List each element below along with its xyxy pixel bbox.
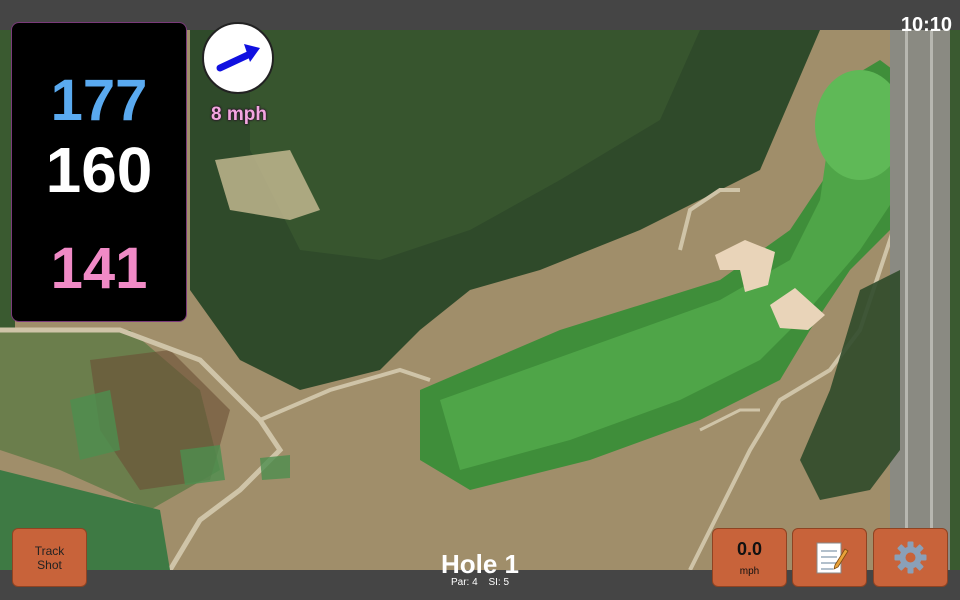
middle-yardage: 160 <box>45 134 153 206</box>
wind-arrow-icon <box>216 44 260 72</box>
yardage-panel: 177 160 141 <box>11 22 187 322</box>
speed-value: 0.0 <box>736 539 763 559</box>
track-shot-button[interactable]: Track Shot <box>12 528 87 587</box>
speed-button[interactable]: 0.0 mph <box>712 528 787 587</box>
clock: 10:10 <box>900 14 952 36</box>
stroke-index-label: SI: 5 <box>488 577 510 588</box>
notepad-icon <box>816 542 849 574</box>
wind-indicator <box>202 22 274 94</box>
speed-unit: mph <box>739 566 760 577</box>
gear-icon <box>894 541 927 574</box>
wind-speed: 8 mph <box>211 104 267 125</box>
hole-title: Hole 1 <box>440 549 520 579</box>
front-yardage: 141 <box>50 236 148 301</box>
notes-button[interactable] <box>792 528 867 587</box>
par-label: Par: 4 <box>450 577 478 588</box>
back-yardage: 177 <box>50 68 148 133</box>
hole-info: Par: 4 SI: 5 <box>380 577 580 588</box>
settings-button[interactable] <box>873 528 948 587</box>
